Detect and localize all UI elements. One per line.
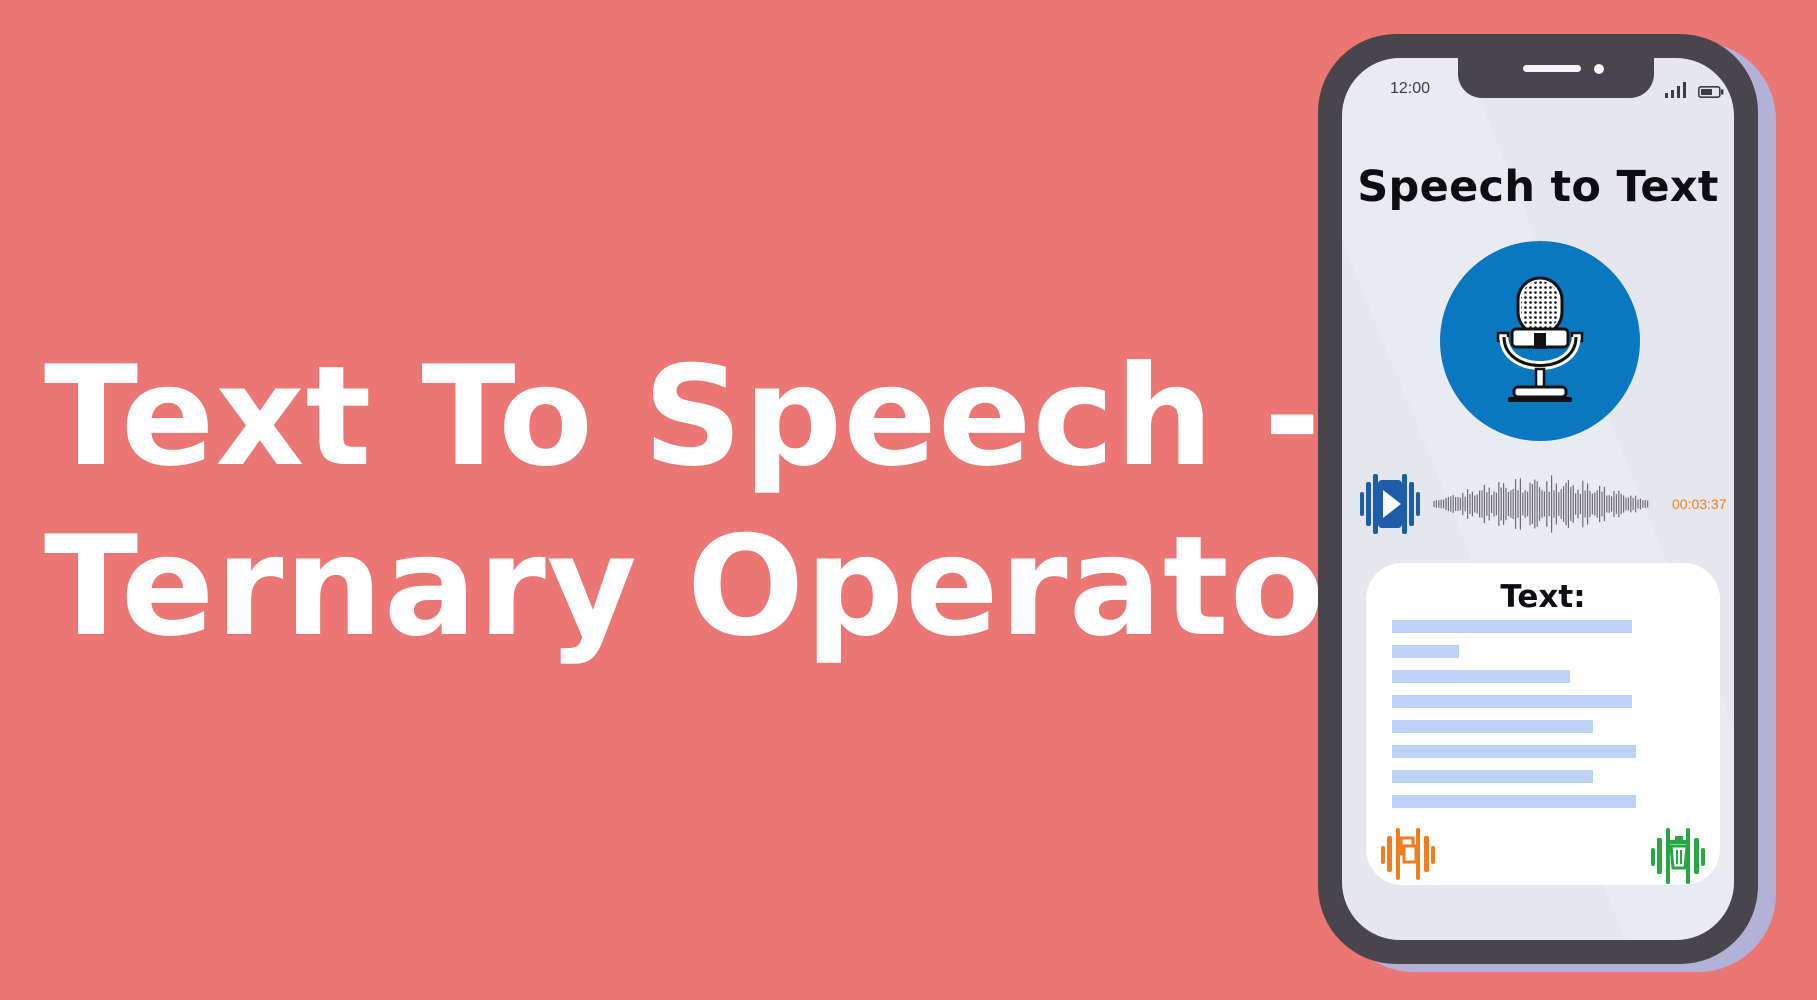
page-headline: Text To Speech - Ternary Operator [44,332,1395,672]
play-icon[interactable] [1358,468,1422,540]
transcript-placeholder-line [1392,620,1632,633]
transcript-placeholder-line [1392,795,1636,808]
phone-notch [1458,58,1654,98]
transcript-placeholder-line [1392,720,1593,733]
audio-waveform [1433,475,1649,533]
app-title: Speech to Text [1357,162,1719,212]
microphone-icon [1496,276,1584,402]
phone-screen: 12:00 Speech to Text 00:03:37 Text: [1342,58,1734,940]
transcript-placeholder-line [1392,745,1636,758]
audio-duration: 00:03:37 [1672,496,1727,512]
transcript-placeholder-line [1392,645,1459,658]
audio-player: 00:03:37 [1358,468,1728,540]
earpiece-speaker [1523,65,1581,72]
headline-line-1: Text To Speech - [44,336,1322,497]
signal-icon [1665,82,1686,98]
headline-line-2: Ternary Operator [44,506,1395,667]
transcript-card: Text: [1366,563,1720,885]
record-button[interactable] [1440,241,1640,441]
front-camera [1594,64,1604,74]
transcript-placeholder-line [1392,670,1570,683]
transcript-label: Text: [1500,579,1586,615]
copy-icon[interactable] [1380,824,1436,884]
transcript-placeholder-line [1392,770,1593,783]
battery-icon [1698,86,1724,98]
status-time: 12:00 [1390,80,1431,97]
transcript-placeholder-line [1392,695,1632,708]
trash-icon[interactable] [1650,824,1706,888]
